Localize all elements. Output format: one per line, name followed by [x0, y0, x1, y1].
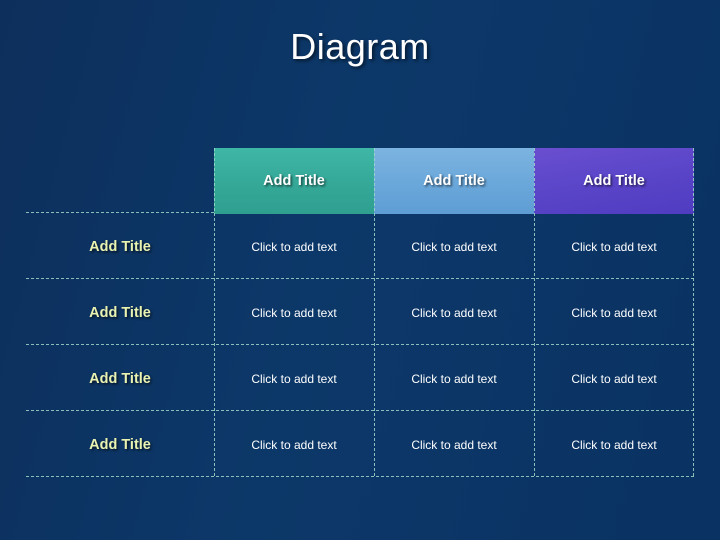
cell-r3c3[interactable]: Click to add text: [534, 346, 694, 412]
cell-r4c1[interactable]: Click to add text: [214, 412, 374, 478]
row-header-1[interactable]: Add Title: [26, 214, 214, 280]
column-header-1[interactable]: Add Title: [214, 148, 374, 214]
matrix-corner-cell: [26, 148, 214, 214]
cell-r4c3[interactable]: Click to add text: [534, 412, 694, 478]
table-row: Add Title Click to add text Click to add…: [26, 280, 694, 346]
page-title: Diagram: [290, 26, 430, 67]
row-header-3[interactable]: Add Title: [26, 346, 214, 412]
column-header-2[interactable]: Add Title: [374, 148, 534, 214]
table-row: Add Title Click to add text Click to add…: [26, 412, 694, 478]
table-row: Add Title Click to add text Click to add…: [26, 346, 694, 412]
cell-r4c2[interactable]: Click to add text: [374, 412, 534, 478]
matrix-table: Add Title Add Title Add Title Add Title …: [26, 148, 694, 478]
cell-r1c3[interactable]: Click to add text: [534, 214, 694, 280]
matrix-diagram: Add Title Add Title Add Title Add Title …: [26, 148, 694, 478]
cell-r2c3[interactable]: Click to add text: [534, 280, 694, 346]
cell-r3c2[interactable]: Click to add text: [374, 346, 534, 412]
slide: Diagram Add Title Add Title Add Title Ad…: [0, 0, 720, 540]
row-header-2[interactable]: Add Title: [26, 280, 214, 346]
cell-r1c2[interactable]: Click to add text: [374, 214, 534, 280]
cell-r3c1[interactable]: Click to add text: [214, 346, 374, 412]
row-header-4[interactable]: Add Title: [26, 412, 214, 478]
cell-r1c1[interactable]: Click to add text: [214, 214, 374, 280]
table-header-row: Add Title Add Title Add Title: [26, 148, 694, 214]
cell-r2c2[interactable]: Click to add text: [374, 280, 534, 346]
column-header-3[interactable]: Add Title: [534, 148, 694, 214]
table-row: Add Title Click to add text Click to add…: [26, 214, 694, 280]
cell-r2c1[interactable]: Click to add text: [214, 280, 374, 346]
